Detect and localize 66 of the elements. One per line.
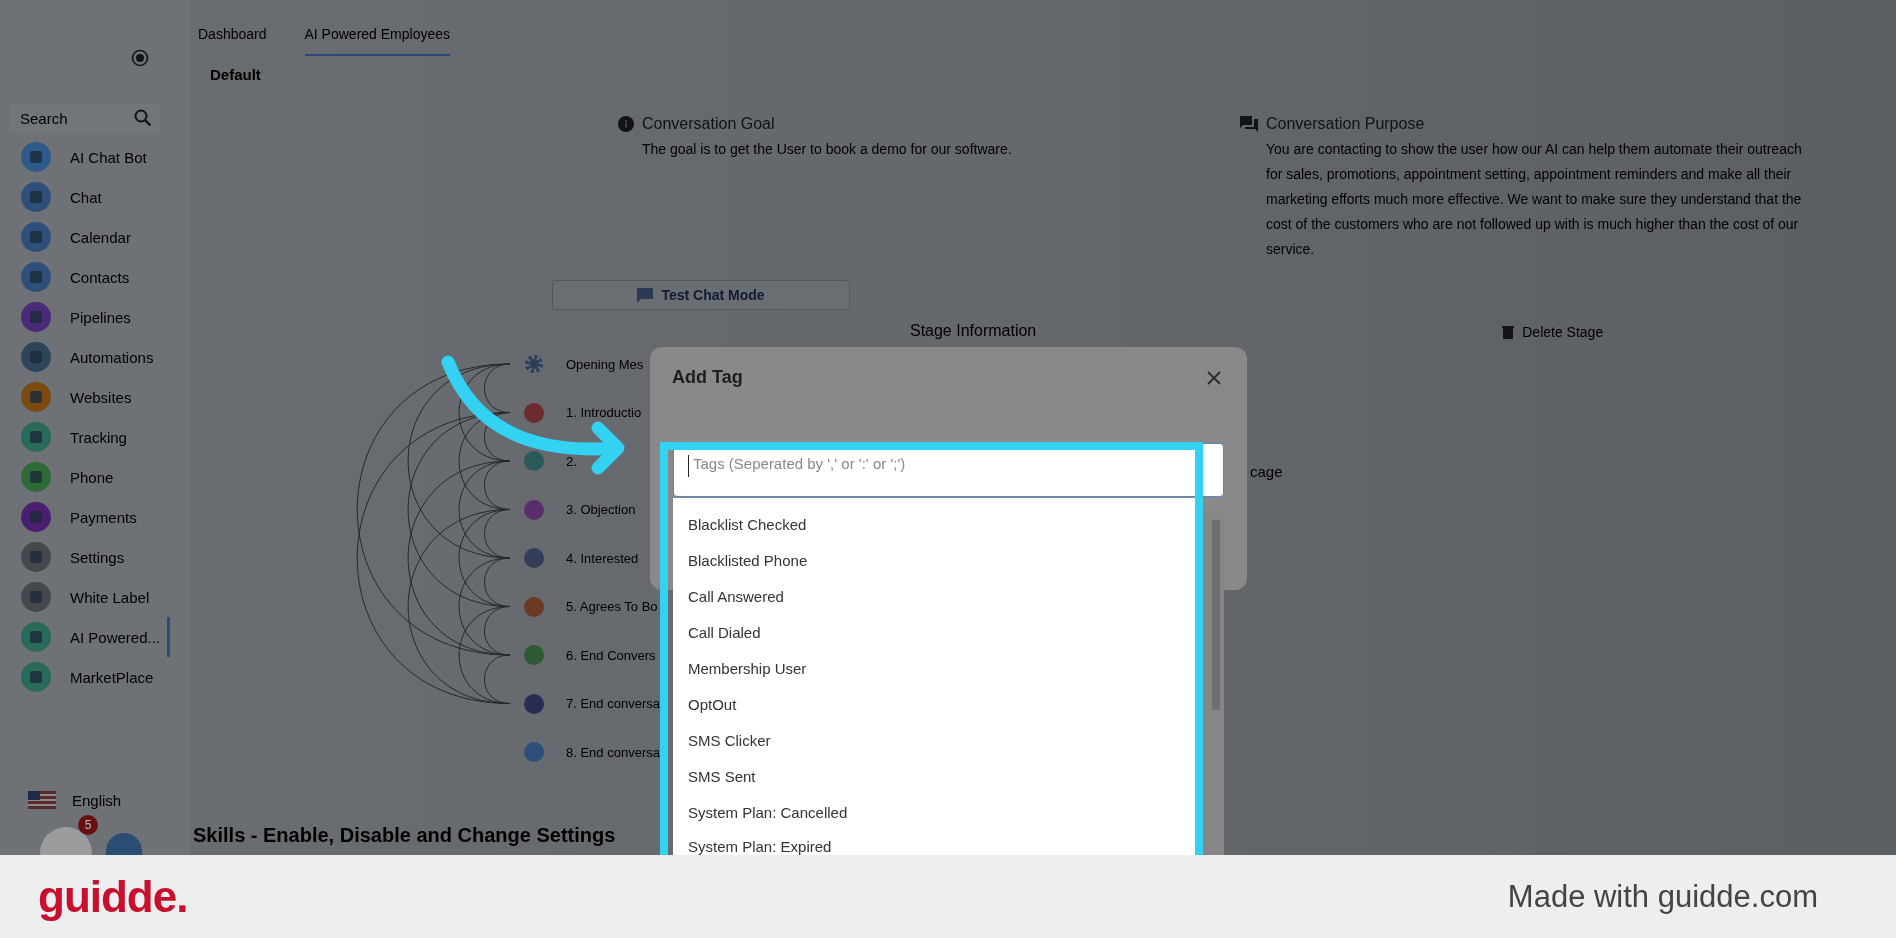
tag-option[interactable]: Membership User: [673, 651, 1195, 687]
search-icon[interactable]: [134, 109, 152, 127]
tag-option[interactable]: System Plan: Cancelled: [673, 795, 1195, 831]
test-chat-button[interactable]: Test Chat Mode: [552, 280, 850, 310]
stage-label[interactable]: 3. Objection: [566, 502, 636, 518]
nav-item[interactable]: Automations: [0, 337, 170, 377]
chat-icon: [637, 287, 654, 303]
nav-item[interactable]: MarketPlace: [0, 657, 170, 697]
nav-item[interactable]: AI Powered...: [0, 617, 170, 657]
stage-dot[interactable]: [524, 402, 544, 423]
tag-option[interactable]: SMS Sent: [673, 759, 1195, 795]
tab[interactable]: AI Powered Employees: [304, 26, 451, 56]
stage-dot[interactable]: [524, 499, 544, 520]
stage-label[interactable]: 5. Agrees To Bo: [566, 599, 658, 615]
trash-icon: [1502, 325, 1515, 339]
radio-icon[interactable]: [131, 49, 149, 67]
stage-label[interactable]: 6. End Convers: [566, 647, 656, 663]
delete-stage-button[interactable]: Delete Stage: [1496, 322, 1610, 342]
info-icon: [618, 116, 634, 132]
flag-icon: [28, 791, 56, 809]
purpose-title: Conversation Purpose: [1266, 115, 1425, 133]
tag-option[interactable]: SMS Clicker: [673, 723, 1195, 759]
stage-dot[interactable]: [524, 693, 544, 714]
nav-item[interactable]: Tracking: [0, 417, 170, 457]
nav-item[interactable]: Phone: [0, 457, 170, 497]
nav-item[interactable]: Settings: [0, 537, 170, 577]
stage-dot[interactable]: [524, 645, 544, 666]
purpose-text: You are contacting to show the user how our AI can help them automate their outreach for sales, promotions, appointment setting, appointment reminders and make all their marketing efforts much more effective. We want to make sure they understand that the cost of the customers who are not followed up with is much higher than the cost of our service.: [1266, 140, 1803, 259]
dialog-title: Add Tag: [672, 367, 743, 388]
goal-title: Conversation Goal: [642, 115, 775, 133]
stage-label[interactable]: 8. End conversa: [566, 744, 660, 760]
nav-item[interactable]: Payments: [0, 497, 170, 537]
stage-dot[interactable]: [524, 742, 544, 763]
section-title: Default: [210, 66, 262, 83]
language-label[interactable]: English: [72, 791, 122, 809]
stage-label[interactable]: 2.: [566, 453, 577, 469]
nav-item[interactable]: White Label: [0, 577, 170, 617]
settings-icon[interactable]: [524, 354, 544, 375]
tag-option[interactable]: Call Dialed: [673, 615, 1195, 651]
nav-item[interactable]: Calendar: [0, 217, 170, 257]
nav-item[interactable]: AI Chat Bot: [0, 137, 170, 177]
tag-option[interactable]: System Plan: Expired: [673, 831, 1195, 855]
nav-item[interactable]: Websites: [0, 377, 170, 417]
nav-item[interactable]: Pipelines: [0, 297, 170, 337]
stage-info-title: Stage Information: [909, 322, 1037, 341]
text-cursor: [688, 455, 689, 477]
credit-text: Made with guidde.com: [1507, 878, 1818, 915]
stage-dot[interactable]: [524, 596, 544, 617]
nav-item[interactable]: Contacts: [0, 257, 170, 297]
section-heading: Skills - Enable, Disable and Change Settings: [193, 824, 616, 847]
stage-label[interactable]: 7. End conversa: [566, 696, 660, 712]
notification-badge: 5: [78, 815, 98, 835]
search-field[interactable]: Search: [10, 103, 160, 133]
chat-icon: [1240, 116, 1258, 132]
nav-item[interactable]: Chat: [0, 177, 170, 217]
stage-dot[interactable]: [524, 548, 544, 569]
stage-label[interactable]: Opening Mes: [566, 356, 644, 372]
stage-label[interactable]: 4. Interested: [566, 550, 639, 566]
tag-option[interactable]: OptOut: [673, 687, 1195, 723]
goal-text: The goal is to get the User to book a demo for our software.: [642, 141, 1013, 157]
stage-dot[interactable]: [524, 451, 544, 472]
stage-label[interactable]: 1. Introductio: [566, 405, 642, 421]
close-icon[interactable]: [1207, 370, 1221, 385]
guidde-logo[interactable]: guidde.: [38, 871, 188, 922]
tab[interactable]: Dashboard: [198, 26, 267, 56]
label-text: cage: [1250, 463, 1283, 480]
